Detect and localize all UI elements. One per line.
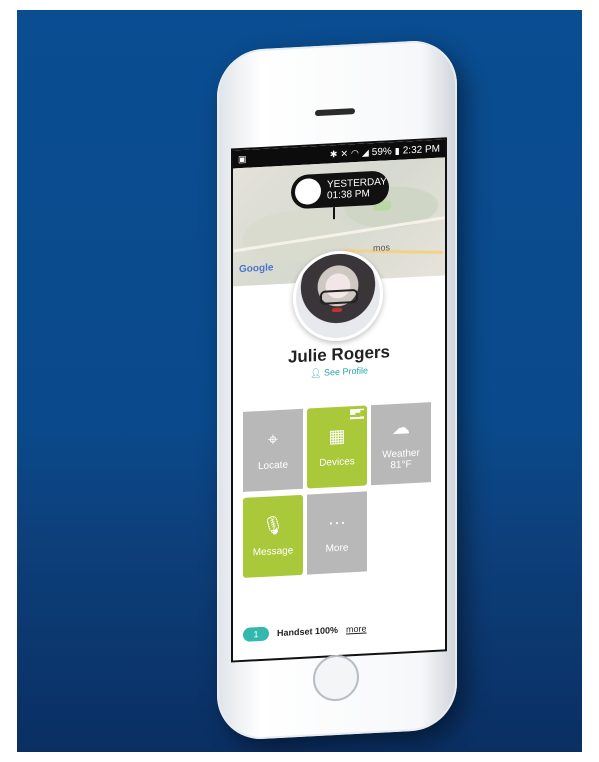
device-status-footer: 1 Handset 100% more xyxy=(243,621,367,642)
action-tiles: ⌖ Locate ▂▄▆ ▦ Devices ☁ Weather 81°F 🎙︎… xyxy=(243,402,437,578)
handset-status: Handset 100% xyxy=(277,624,339,639)
crosshair-icon: ⌖ xyxy=(267,429,279,450)
home-button[interactable] xyxy=(313,653,359,703)
signal-strength-icon: ▂▄▆ xyxy=(350,408,366,420)
ellipsis-icon: ··· xyxy=(328,511,346,533)
clock: 2:32 PM xyxy=(402,143,440,157)
see-profile-label: See Profile xyxy=(323,365,368,378)
devices-tile[interactable]: ▂▄▆ ▦ Devices xyxy=(307,405,367,489)
tile-label: Message xyxy=(252,545,294,559)
bubble-time: 01:38 PM xyxy=(327,188,370,202)
location-dot-icon xyxy=(295,177,321,206)
map-road xyxy=(233,216,445,253)
phone-mockup: ▣ ✱ ✕ ◠ ◢ 59% ▮ 2:32 PM YESTERDAY 01:38 … xyxy=(217,38,457,742)
battery-level: 59% xyxy=(371,145,392,158)
locate-tile[interactable]: ⌖ Locate xyxy=(243,408,303,492)
battery-icon: ▮ xyxy=(394,145,400,156)
more-tile[interactable]: ··· More xyxy=(307,491,367,575)
speaker-grille xyxy=(315,108,355,117)
weather-tile[interactable]: ☁ Weather 81°F xyxy=(371,402,431,486)
gallery-icon: ▣ xyxy=(238,153,247,164)
microphone-icon: 🎙︎ xyxy=(261,514,285,536)
mute-icon: ✕ xyxy=(340,147,348,159)
device-count-badge: 1 xyxy=(243,626,269,642)
tile-label: Devices xyxy=(319,456,355,469)
avatar-lips xyxy=(332,307,342,313)
signal-icon: ◢ xyxy=(361,146,369,158)
person-icon: 👤︎ xyxy=(310,367,322,379)
cloud-sun-icon: ☁ xyxy=(392,416,410,438)
app-screen: ▣ ✱ ✕ ◠ ◢ 59% ▮ 2:32 PM YESTERDAY 01:38 … xyxy=(231,137,447,663)
location-timestamp-bubble[interactable]: YESTERDAY 01:38 PM xyxy=(291,170,389,210)
google-logo: Google xyxy=(239,262,274,276)
message-tile[interactable]: 🎙︎ Message xyxy=(243,494,303,578)
bubble-pointer xyxy=(333,207,335,220)
bluetooth-icon: ✱ xyxy=(329,148,338,159)
avatar-glasses xyxy=(320,288,358,305)
map-place-label: mos xyxy=(373,242,391,254)
devices-icon: ▦ xyxy=(328,425,346,447)
map-road xyxy=(343,249,443,254)
background: ▣ ✱ ✕ ◠ ◢ 59% ▮ 2:32 PM YESTERDAY 01:38 … xyxy=(17,10,582,752)
weather-temp: 81°F xyxy=(390,458,412,471)
more-link[interactable]: more xyxy=(346,623,367,634)
tile-label: More xyxy=(325,542,349,555)
tile-label: Locate xyxy=(257,459,289,473)
wifi-icon: ◠ xyxy=(351,147,359,158)
